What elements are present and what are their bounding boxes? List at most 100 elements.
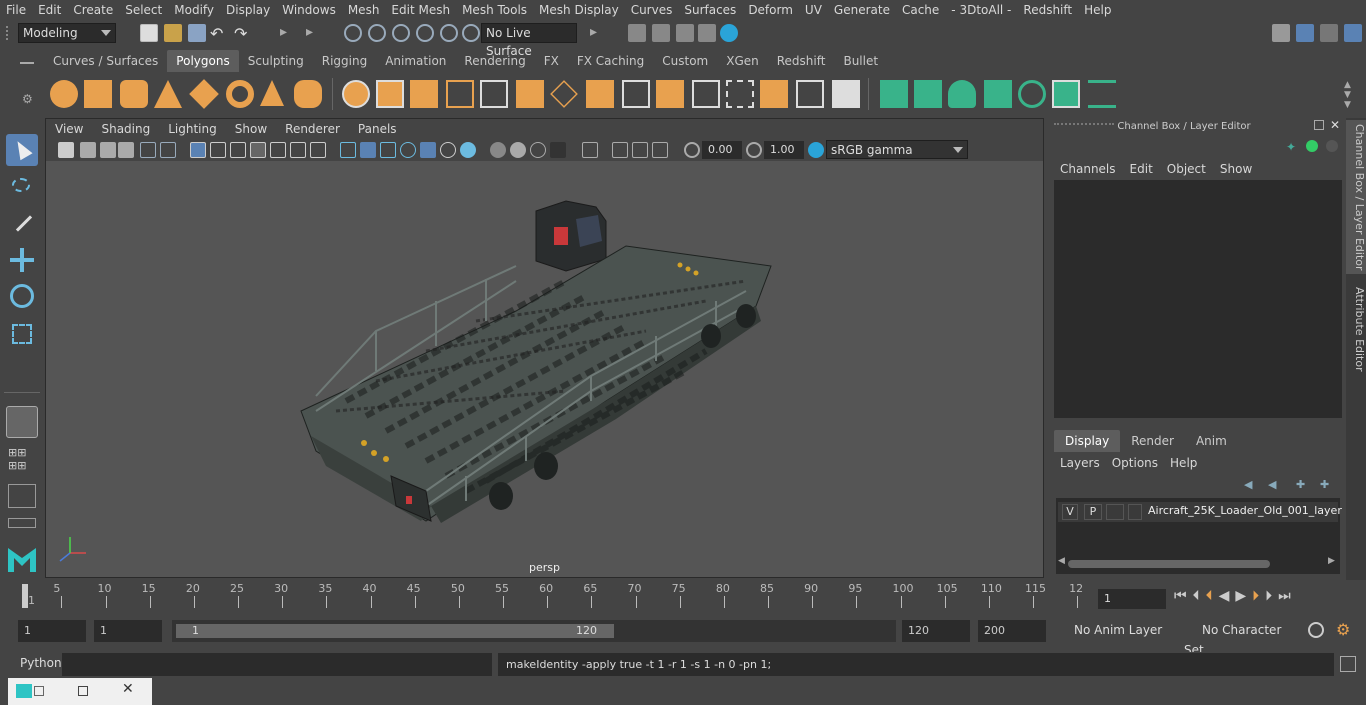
shadows-icon[interactable]	[440, 142, 456, 158]
snap-curve-icon[interactable]	[368, 24, 386, 42]
playback-end-field[interactable]: 120	[902, 620, 970, 642]
mode-selector[interactable]: Modeling	[18, 23, 116, 43]
move-tool-icon[interactable]	[6, 244, 38, 276]
animation-preferences-icon[interactable]: ⚙	[1336, 620, 1350, 639]
go-to-end-icon[interactable]: ⏭	[1278, 588, 1291, 608]
menu-item[interactable]: Redshift	[1017, 0, 1078, 20]
menu-item[interactable]: Windows	[276, 0, 342, 20]
use-all-lights-icon[interactable]	[420, 142, 436, 158]
menu-item[interactable]: Mesh	[342, 0, 386, 20]
animation-start-field[interactable]: 1	[18, 620, 86, 642]
channel-box-menu-item[interactable]: Edit	[1124, 160, 1161, 178]
shelf-menu-icon[interactable]	[20, 62, 34, 64]
poly-cube-icon[interactable]	[84, 80, 112, 108]
poly-pyramid-icon[interactable]	[260, 80, 284, 106]
poly-plane-icon[interactable]	[189, 79, 219, 109]
render-current-icon[interactable]	[652, 24, 670, 42]
layer-display-type-toggle[interactable]	[1106, 504, 1124, 520]
quad-draw-icon[interactable]	[832, 80, 860, 108]
new-scene-icon[interactable]	[140, 24, 158, 42]
shelf-tab[interactable]: Custom	[653, 50, 717, 72]
fill-hole-icon[interactable]	[656, 80, 684, 108]
xray-active-icon[interactable]	[632, 142, 648, 158]
viewport-menu-item[interactable]: Lighting	[159, 122, 226, 136]
film-gate-icon[interactable]	[210, 142, 226, 158]
shelf-tab[interactable]: XGen	[717, 50, 768, 72]
close-panel-icon[interactable]: ✕	[1330, 118, 1340, 132]
separate-icon[interactable]	[376, 80, 404, 108]
close-window-icon[interactable]: ✕	[122, 681, 134, 697]
isolate-select-icon[interactable]	[582, 142, 598, 158]
anim-layer-dropdown[interactable]: No Anim Layer	[1050, 620, 1178, 642]
smooth-icon[interactable]	[446, 80, 474, 108]
menu-item[interactable]: Modify	[168, 0, 220, 20]
grease-pencil-icon[interactable]	[140, 142, 156, 158]
resolution-gate-icon[interactable]	[230, 142, 246, 158]
menu-item[interactable]: Cache	[896, 0, 945, 20]
combine-icon[interactable]	[342, 80, 370, 108]
save-scene-icon[interactable]	[188, 24, 206, 42]
color-management-icon[interactable]	[808, 142, 824, 158]
selection-mode-arrow-icon[interactable]: ▸	[306, 24, 313, 40]
multi-cut-icon[interactable]	[692, 80, 720, 108]
viewport-menu-item[interactable]: Panels	[349, 122, 406, 136]
range-slider-track[interactable]: 1 120	[172, 620, 896, 642]
status-gray-icon[interactable]	[1326, 140, 1338, 152]
camera-select-icon[interactable]	[58, 142, 74, 158]
camera-attributes-icon[interactable]	[80, 142, 96, 158]
motion-blur-icon[interactable]	[490, 142, 506, 158]
render-view-icon[interactable]	[628, 24, 646, 42]
wireframe-icon[interactable]	[340, 142, 356, 158]
move-layer-up-icon[interactable]: ◀	[1244, 478, 1252, 491]
time-slider[interactable]: 1 5 10 15 20 25 30 35 40 45 50 55 60 65 70 75 80 85 90 95 10…	[18, 582, 1090, 610]
bookmark-icon[interactable]	[100, 142, 116, 158]
ipr-render-icon[interactable]	[676, 24, 694, 42]
poly-cone-icon[interactable]	[154, 80, 182, 108]
safe-title-icon[interactable]	[310, 142, 326, 158]
layer-playback-toggle[interactable]: P	[1084, 504, 1102, 520]
attribute-editor-side-tab[interactable]: Attribute Editor	[1346, 284, 1366, 374]
grid-icon[interactable]	[190, 142, 206, 158]
current-time-marker[interactable]	[22, 584, 28, 608]
spherical-map-icon[interactable]	[948, 80, 976, 108]
poly-sphere-icon[interactable]	[50, 80, 78, 108]
hypershade-icon[interactable]	[720, 24, 738, 42]
bevel-icon[interactable]	[550, 80, 578, 108]
bridge-icon[interactable]	[586, 80, 614, 108]
menu-item[interactable]: Create	[67, 0, 119, 20]
menu-item[interactable]: Generate	[828, 0, 896, 20]
layer-tab[interactable]: Anim	[1185, 430, 1238, 452]
shelf-tab[interactable]: FX	[535, 50, 568, 72]
script-editor-icon[interactable]	[1340, 656, 1356, 672]
step-back-key-icon[interactable]: ⏴	[1206, 588, 1213, 608]
play-backwards-icon[interactable]: ◀	[1219, 588, 1230, 608]
poly-cylinder-icon[interactable]	[120, 80, 148, 108]
snap-surface-icon[interactable]	[440, 24, 458, 42]
shelf-settings-icon[interactable]: ⚙	[22, 92, 33, 106]
smooth-shade-icon[interactable]	[360, 142, 376, 158]
menu-item[interactable]: Mesh Tools	[456, 0, 533, 20]
single-perspective-layout-icon[interactable]	[6, 406, 38, 438]
range-slider-handle[interactable]	[176, 624, 614, 638]
four-view-layout-icon[interactable]: ⊞⊞ ⊞⊞	[8, 446, 26, 472]
shelf-tab[interactable]: Sculpting	[239, 50, 313, 72]
new-layer-selected-icon[interactable]: ✚	[1320, 478, 1329, 491]
extrude-icon[interactable]	[516, 80, 544, 108]
toggle-tool-settings-icon[interactable]	[1320, 24, 1338, 42]
menu-item[interactable]: - 3DtoAll -	[945, 0, 1017, 20]
live-surface-field[interactable]: No Live Surface	[481, 23, 577, 58]
play-forwards-icon[interactable]: ▶	[1235, 588, 1246, 608]
menu-item[interactable]: Surfaces	[678, 0, 742, 20]
wireframe-on-shaded-icon[interactable]	[380, 142, 396, 158]
depth-of-field-icon[interactable]	[530, 142, 546, 158]
menu-item[interactable]: Deform	[742, 0, 799, 20]
go-to-start-icon[interactable]: ⏮	[1174, 588, 1187, 608]
xray-joints-icon[interactable]	[612, 142, 628, 158]
channel-box-menu-item[interactable]: Channels	[1054, 160, 1124, 178]
step-back-icon[interactable]: ⏴	[1193, 588, 1200, 608]
cut-sew-icon[interactable]	[1088, 80, 1116, 108]
safe-action-icon[interactable]	[290, 142, 306, 158]
menu-item[interactable]: File	[0, 0, 32, 20]
scale-tool-icon[interactable]	[6, 318, 38, 350]
lasso-tool-icon[interactable]	[6, 172, 38, 204]
